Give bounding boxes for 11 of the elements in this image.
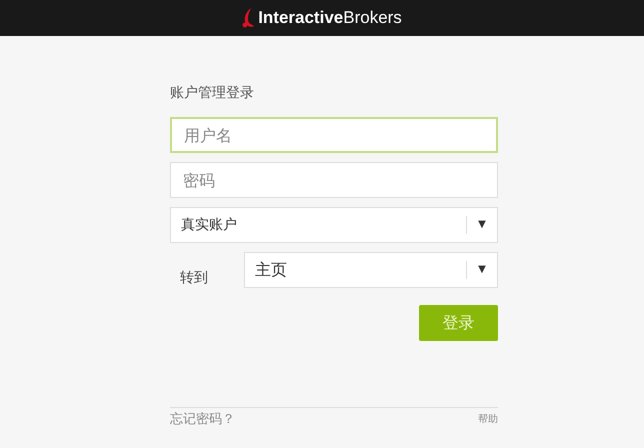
flame-logo-icon [242,8,256,28]
password-field[interactable]: 密码 [170,162,498,198]
goto-label: 转到 [179,268,209,286]
account-type-dropdown[interactable]: 真实账户 ▼ [170,207,498,243]
brand-name: InteractiveBrokers [258,8,402,28]
goto-dropdown[interactable]: 主页 ▼ [244,252,498,288]
forgot-password-link[interactable]: 忘记密码？ [170,410,235,428]
username-field[interactable]: 用户名 [170,117,498,153]
login-button[interactable]: 登录 [419,305,498,341]
form-title: 账户管理登录 [170,84,255,103]
help-link[interactable]: 帮助 [478,412,498,426]
